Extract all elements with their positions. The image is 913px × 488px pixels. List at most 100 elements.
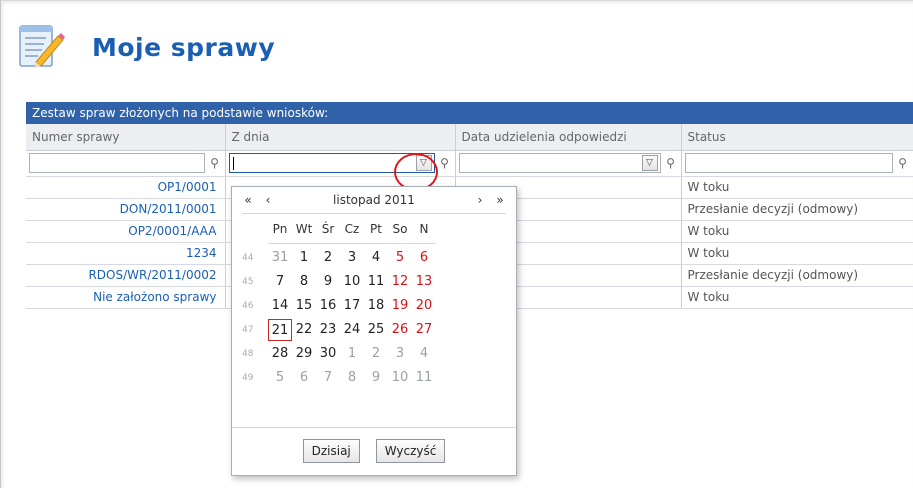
- calendar-day[interactable]: 15: [292, 295, 316, 317]
- weekday-label: Cz: [344, 222, 360, 236]
- calendar-day[interactable]: 23: [316, 319, 340, 341]
- next-year-button[interactable]: »: [492, 193, 508, 207]
- calendar-day[interactable]: 1: [340, 343, 364, 365]
- filter-pin-icon[interactable]: ⚲: [208, 156, 222, 170]
- calendar-day[interactable]: 9: [316, 271, 340, 293]
- calendar-day[interactable]: 25: [364, 319, 388, 341]
- calendar-day[interactable]: 2: [316, 247, 340, 269]
- calendar-day-today[interactable]: 21: [268, 319, 292, 341]
- calendar-week-row: 47 21 22 23 24 25 26 27: [240, 318, 516, 342]
- column-header-date[interactable]: Z dnia: [225, 124, 456, 151]
- calendar-day[interactable]: 14: [268, 295, 292, 317]
- prev-year-button[interactable]: «: [240, 193, 256, 207]
- page-title: Moje sprawy: [92, 32, 276, 62]
- calendar-week-row: 44 31 1 2 3 4 5 6: [240, 246, 516, 270]
- calendar-day[interactable]: 20: [412, 295, 436, 317]
- filter-response-date-input[interactable]: ▽: [458, 153, 661, 173]
- case-number-link[interactable]: DON/2011/0001: [26, 198, 226, 221]
- table-caption: Zestaw spraw złożonych na podstawie wnio…: [26, 102, 913, 124]
- prev-month-button[interactable]: ‹: [260, 193, 276, 207]
- date-picker-popup: listopad 2011 « ‹ › » Pn Wt Śr Cz Pt So …: [231, 186, 517, 476]
- calendar-day[interactable]: 22: [292, 319, 316, 341]
- calendar-day[interactable]: 3: [388, 343, 412, 365]
- calendar-day[interactable]: 7: [268, 271, 292, 293]
- week-number: 47: [242, 325, 254, 335]
- week-number: 44: [242, 253, 254, 263]
- status-cell: Przesłanie decyzji (odmowy): [681, 198, 913, 221]
- calendar-day[interactable]: 12: [388, 271, 412, 293]
- clear-button[interactable]: Wyczyść: [375, 439, 446, 463]
- filter-pin-icon[interactable]: ⚲: [664, 156, 678, 170]
- calendar-day[interactable]: 28: [268, 343, 292, 365]
- week-number: 48: [242, 349, 254, 359]
- calendar-day[interactable]: 8: [340, 367, 364, 389]
- case-number-link[interactable]: 1234: [26, 242, 226, 265]
- calendar-day[interactable]: 29: [292, 343, 316, 365]
- calendar-day[interactable]: 5: [388, 247, 412, 269]
- filter-pin-icon[interactable]: ⚲: [896, 156, 910, 170]
- calendar-day[interactable]: 5: [268, 367, 292, 389]
- calendar-day[interactable]: 6: [412, 247, 436, 269]
- calendar-day[interactable]: 10: [340, 271, 364, 293]
- calendar-day[interactable]: 31: [268, 247, 292, 269]
- page-header: Moje sprawy: [16, 22, 275, 72]
- calendar-week-row: 45 7 8 9 10 11 12 13: [240, 270, 516, 294]
- calendar-day[interactable]: 16: [316, 295, 340, 317]
- status-cell: W toku: [681, 286, 913, 309]
- status-cell: Przesłanie decyzji (odmowy): [681, 264, 913, 287]
- calendar-week-row: 46 14 15 16 17 18 19 20: [240, 294, 516, 318]
- calendar-day[interactable]: 13: [412, 271, 436, 293]
- column-header-response-date[interactable]: Data udzielenia odpowiedzi: [455, 124, 682, 151]
- case-number-link[interactable]: OP2/0001/AAA: [26, 220, 226, 243]
- response-date-dropdown-button[interactable]: ▽: [641, 155, 658, 171]
- calendar-day[interactable]: 4: [412, 343, 436, 365]
- next-month-button[interactable]: ›: [472, 193, 488, 207]
- calendar-day[interactable]: 7: [316, 367, 340, 389]
- notepad-pencil-icon: [16, 22, 66, 72]
- week-number: 46: [242, 301, 254, 311]
- weekday-label: Pt: [370, 222, 382, 236]
- calendar-day[interactable]: 1: [292, 247, 316, 269]
- weekday-label: Pn: [272, 222, 288, 236]
- filter-pin-icon[interactable]: ⚲: [438, 156, 452, 170]
- weekday-label: So: [392, 222, 408, 236]
- week-number: 45: [242, 277, 254, 287]
- case-number-link[interactable]: RDOS/WR/2011/0002: [26, 264, 226, 287]
- calendar-day[interactable]: 27: [412, 319, 436, 341]
- case-number-link[interactable]: Nie założono sprawy: [26, 286, 226, 309]
- week-number: 49: [242, 373, 254, 383]
- weekday-header-row: Pn Wt Śr Cz Pt So N: [240, 217, 516, 241]
- case-number-link[interactable]: OP1/0001: [26, 176, 226, 199]
- calendar-day[interactable]: 18: [364, 295, 388, 317]
- calendar-day[interactable]: 2: [364, 343, 388, 365]
- calendar-day[interactable]: 19: [388, 295, 412, 317]
- calendar-day[interactable]: 30: [316, 343, 340, 365]
- status-cell: W toku: [681, 242, 913, 265]
- weekday-label: Wt: [295, 222, 313, 236]
- calendar-day[interactable]: 10: [388, 367, 412, 389]
- status-cell: W toku: [681, 176, 913, 199]
- calendar-day[interactable]: 8: [292, 271, 316, 293]
- calendar-day[interactable]: 6: [292, 367, 316, 389]
- column-header-status[interactable]: Status: [681, 124, 913, 151]
- calendar-day[interactable]: 24: [340, 319, 364, 341]
- calendar-day[interactable]: 11: [364, 271, 388, 293]
- calendar-day[interactable]: 4: [364, 247, 388, 269]
- calendar-day[interactable]: 3: [340, 247, 364, 269]
- calendar-week-row: 48 28 29 30 1 2 3 4: [240, 342, 516, 366]
- calendar-navigation: listopad 2011 « ‹ › »: [232, 187, 516, 213]
- calendar-day[interactable]: 17: [340, 295, 364, 317]
- weekday-label: N: [419, 222, 429, 236]
- status-cell: W toku: [681, 220, 913, 243]
- calendar-grid: Pn Wt Śr Cz Pt So N 44 31 1 2 3 4 5 6 45…: [240, 217, 516, 390]
- calendar-buttons: Dzisiaj Wyczyść: [232, 439, 516, 463]
- calendar-day[interactable]: 26: [388, 319, 412, 341]
- calendar-day[interactable]: 9: [364, 367, 388, 389]
- column-header-number[interactable]: Numer sprawy: [26, 124, 226, 151]
- calendar-week-row: 49 5 6 7 8 9 10 11: [240, 366, 516, 390]
- today-button[interactable]: Dzisiaj: [302, 439, 360, 463]
- filter-status-input[interactable]: [684, 153, 893, 173]
- calendar-day[interactable]: 11: [412, 367, 436, 389]
- filter-number-input[interactable]: [29, 153, 205, 173]
- weekday-label: Śr: [321, 222, 335, 236]
